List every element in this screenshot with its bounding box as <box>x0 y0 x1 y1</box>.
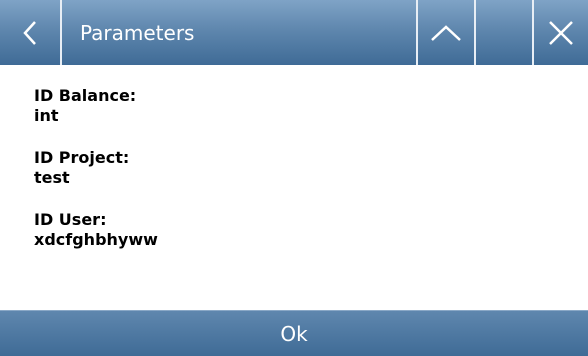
title-bar: Parameters <box>0 0 588 65</box>
field-id-balance: ID Balance: int <box>34 86 158 126</box>
field-value: xdcfghbhyww <box>34 230 158 249</box>
field-label: ID User: <box>34 210 107 229</box>
field-value: int <box>34 106 59 125</box>
ok-button[interactable]: Ok <box>0 310 588 356</box>
chevron-up-icon <box>430 23 462 43</box>
back-button[interactable] <box>0 0 62 65</box>
scroll-up-button[interactable] <box>418 0 476 65</box>
field-id-user: ID User: xdcfghbhyww <box>34 210 158 250</box>
field-label: ID Project: <box>34 148 130 167</box>
parameters-list: ID Balance: int ID Project: test ID User… <box>34 86 158 272</box>
field-value: test <box>34 168 70 187</box>
page-title: Parameters <box>62 0 418 65</box>
close-icon <box>547 19 575 47</box>
blank-button <box>476 0 534 65</box>
close-button[interactable] <box>534 0 588 65</box>
field-label: ID Balance: <box>34 86 137 105</box>
chevron-left-icon <box>20 19 40 47</box>
field-id-project: ID Project: test <box>34 148 158 188</box>
